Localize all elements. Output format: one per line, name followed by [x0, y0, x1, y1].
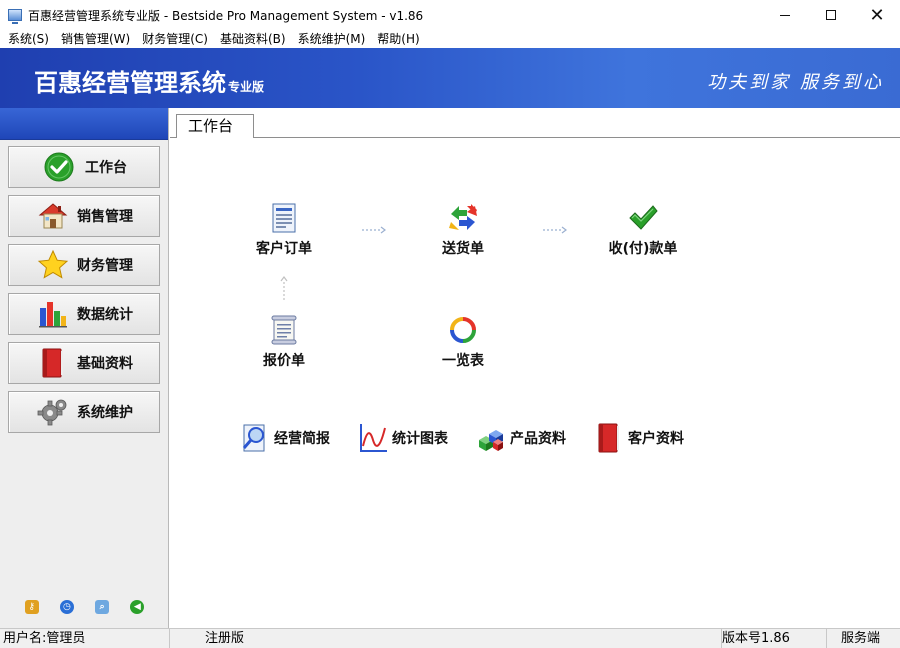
key-icon[interactable]: ⚷: [24, 600, 39, 614]
report-search-icon: [240, 422, 270, 454]
window-controls: ✕: [762, 0, 900, 30]
flow-customer-order[interactable]: 客户订单: [224, 202, 344, 258]
check-circle-icon: [43, 151, 75, 183]
flow-arrow-up-icon: [280, 276, 288, 300]
menu-help[interactable]: 帮助(H): [371, 30, 425, 48]
flow-arrow-right-icon: [543, 226, 567, 234]
sidebar-item-workbench[interactable]: 工作台: [8, 146, 160, 188]
app-banner: 百惠经营管理系统 专业版 功夫到家 服务到心: [0, 48, 900, 108]
maximize-icon: [826, 10, 836, 20]
quick-link-label: 产品资料: [510, 431, 566, 447]
star-icon: [37, 249, 69, 281]
quick-customer-info[interactable]: 客户资料: [594, 422, 684, 454]
sidebar-item-label: 工作台: [85, 160, 127, 176]
sidebar-item-finance[interactable]: 财务管理: [8, 244, 160, 286]
clock-icon[interactable]: ◷: [59, 600, 74, 614]
house-icon: [37, 200, 69, 232]
gear-icon: [37, 396, 69, 428]
menu-maintenance[interactable]: 系统维护(M): [292, 30, 372, 48]
flow-label: 报价单: [263, 353, 305, 369]
flow-overview[interactable]: 一览表: [403, 314, 523, 370]
quick-link-label: 经营简报: [274, 431, 330, 447]
slogan: 功夫到家 服务到心: [707, 72, 884, 93]
window-title: 百惠经营管理系统专业版 - Bestside Pro Management Sy…: [28, 8, 424, 23]
status-version: 版本号1.86: [722, 629, 827, 648]
flow-label: 客户订单: [256, 241, 312, 257]
cubes-icon: [476, 422, 506, 454]
quick-product-info[interactable]: 产品资料: [476, 422, 566, 454]
sidebar-item-label: 销售管理: [77, 209, 133, 225]
close-icon: ✕: [869, 4, 885, 26]
line-chart-icon: [358, 422, 388, 454]
quick-link-label: 统计图表: [392, 431, 448, 447]
tab-workbench[interactable]: 工作台: [176, 114, 255, 138]
app-monitor-icon: [8, 9, 22, 24]
flow-arrow-right-icon: [362, 226, 386, 234]
menu-finance[interactable]: 财务管理(C): [136, 30, 214, 48]
scroll-icon: [268, 314, 300, 346]
sidebar-item-label: 基础资料: [77, 356, 133, 372]
flow-quotation[interactable]: 报价单: [224, 314, 344, 370]
sidebar-header: [0, 108, 168, 140]
sidebar-item-label: 系统维护: [77, 405, 133, 421]
flow-label: 一览表: [442, 353, 484, 369]
sidebar-item-label: 数据统计: [77, 307, 133, 323]
sidebar-item-label: 财务管理: [77, 258, 133, 274]
minimize-button[interactable]: [762, 0, 808, 30]
flow-payment[interactable]: 收(付)款单: [583, 202, 703, 258]
quick-link-label: 客户资料: [628, 431, 684, 447]
tab-strip-line: [170, 137, 900, 138]
sidebar-tools: ⚷ ◷ ⌕ ◀: [0, 600, 169, 614]
flow-label: 收(付)款单: [608, 241, 678, 257]
maximize-button[interactable]: [808, 0, 854, 30]
search-icon[interactable]: ⌕: [95, 600, 110, 614]
status-bar: 用户名:管理员 注册版 版本号1.86 服务端: [0, 628, 900, 648]
menu-bar: 系统(S) 销售管理(W) 财务管理(C) 基础资料(B) 系统维护(M) 帮助…: [0, 30, 900, 48]
checkmark-icon: [627, 202, 659, 234]
refresh-circle-icon: [447, 314, 479, 346]
sidebar-item-basic-data[interactable]: 基础资料: [8, 342, 160, 384]
menu-system[interactable]: 系统(S): [2, 30, 55, 48]
sidebar-item-maintenance[interactable]: 系统维护: [8, 391, 160, 433]
sidebar-item-sales[interactable]: 销售管理: [8, 195, 160, 237]
close-button[interactable]: ✕: [854, 0, 900, 30]
sidebar-item-statistics[interactable]: 数据统计: [8, 293, 160, 335]
flow-delivery[interactable]: 送货单: [403, 202, 523, 258]
main-panel: 工作台 客户订单 送货单 收(付)款单 报价单 一览表 经营简报 统计图表 产品…: [170, 108, 900, 628]
status-registration: 注册版: [170, 629, 722, 648]
document-list-icon: [268, 202, 300, 234]
back-arrow-icon[interactable]: ◀: [130, 600, 145, 614]
bar-chart-icon: [37, 298, 69, 330]
sidebar: 工作台 销售管理 财务管理 数据统计 基础资料 系统维护 ⚷ ◷ ⌕ ◀: [0, 108, 169, 628]
brand-title: 百惠经营管理系统 专业版: [34, 63, 264, 98]
menu-sales[interactable]: 销售管理(W): [55, 30, 136, 48]
exchange-arrows-icon: [447, 202, 479, 234]
status-mode: 服务端: [841, 631, 881, 646]
quick-brief-report[interactable]: 经营简报: [240, 422, 330, 454]
title-bar: 百惠经营管理系统专业版 - Bestside Pro Management Sy…: [0, 0, 900, 30]
brand-name: 百惠经营管理系统: [34, 69, 226, 97]
flow-label: 送货单: [442, 241, 484, 257]
edition-label: 专业版: [228, 80, 265, 94]
menu-basic-data[interactable]: 基础资料(B): [214, 30, 292, 48]
book-icon: [594, 422, 624, 454]
status-user: 用户名:管理员: [0, 629, 170, 648]
minimize-icon: [780, 14, 790, 16]
book-icon: [37, 347, 69, 379]
quick-stat-chart[interactable]: 统计图表: [358, 422, 448, 454]
